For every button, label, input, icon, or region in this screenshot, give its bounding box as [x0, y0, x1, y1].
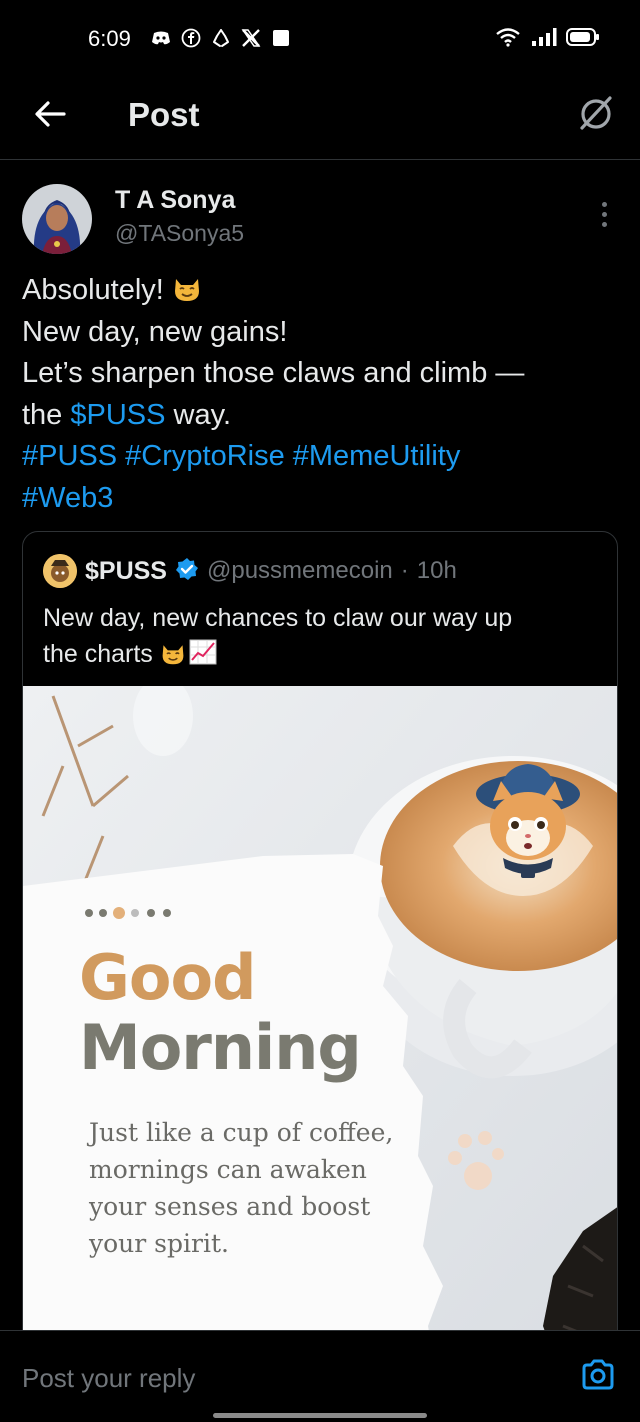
cashtag-link[interactable]: $PUSS — [70, 399, 165, 431]
image-subtitle-line: your senses and boost — [89, 1192, 371, 1221]
image-subtitle: Just like a cup of coffee, mornings can … — [89, 1114, 419, 1262]
status-time: 6:09 — [88, 26, 131, 51]
separator-dot: · — [400, 557, 409, 584]
image-subtitle-line: your spirit. — [89, 1229, 229, 1258]
arrow-left-icon — [34, 100, 66, 133]
quoted-post-time: 10h — [416, 557, 457, 584]
system-icons — [494, 26, 600, 48]
image-subtitle-line: Just like a cup of coffee, — [89, 1118, 394, 1147]
discord-icon — [150, 27, 172, 49]
post-line-text: the — [22, 398, 71, 431]
post-line: the $PUSS way. — [22, 395, 612, 437]
verified-badge-icon — [175, 557, 199, 586]
post-text: Absolutely! New day, new gains! Let’s sh… — [22, 270, 612, 519]
quoted-post-text: New day, new chances to claw our way up … — [43, 600, 603, 675]
grok-icon — [576, 92, 616, 137]
reply-input[interactable]: Post your reply — [22, 1363, 195, 1394]
quoted-author-handle[interactable]: @pussmemecoin — [207, 557, 393, 585]
quoted-author-name[interactable]: $PUSS — [85, 557, 167, 586]
image-title-morning: Morning — [79, 1011, 362, 1084]
hashtag-link[interactable]: #Web3 — [22, 478, 612, 520]
post-line: New day, new gains! — [22, 315, 288, 348]
status-bar: 6:09 — [0, 0, 640, 80]
reply-bar: Post your reply — [0, 1330, 640, 1422]
post-line-text: Absolutely! — [22, 274, 172, 306]
more-options-button[interactable] — [592, 196, 616, 232]
post-line-text: way. — [165, 398, 232, 431]
quoted-author-avatar[interactable] — [43, 554, 77, 588]
image-subtitle-line: mornings can awaken — [89, 1155, 367, 1184]
quoted-post-header: $PUSS @pussmemecoin · 10h — [43, 554, 457, 588]
square-icon — [270, 27, 292, 49]
author-avatar[interactable] — [22, 184, 92, 254]
more-dot-icon — [601, 201, 607, 207]
image-title-good: Good — [79, 941, 256, 1014]
wifi-icon — [494, 26, 522, 48]
chart-increasing-icon — [189, 639, 217, 675]
signal-icon — [530, 26, 558, 48]
more-dot-icon — [601, 211, 607, 217]
quoted-post-image[interactable]: Good Morning Just like a cup of coffee, … — [23, 686, 617, 1380]
home-indicator[interactable] — [213, 1413, 427, 1418]
notification-icons — [150, 27, 292, 49]
camera-icon — [581, 1359, 615, 1396]
camera-button[interactable] — [580, 1359, 616, 1395]
hashtags-link[interactable]: #PUSS #CryptoRise #MemeUtility — [22, 436, 612, 478]
post-line: Absolutely! — [22, 270, 612, 312]
grok-button[interactable] — [574, 92, 618, 136]
post-line: Let’s sharpen those claws and climb — — [22, 357, 525, 389]
recycle-icon — [210, 27, 232, 49]
page-title: Post — [128, 96, 200, 133]
cat-emoji-icon — [160, 640, 186, 666]
battery-icon — [566, 26, 600, 48]
back-button[interactable] — [28, 94, 72, 138]
quoted-line-text: the charts — [43, 640, 160, 668]
top-header: Post — [0, 80, 640, 160]
x-icon — [240, 27, 262, 49]
author-name[interactable]: T A Sonya — [115, 186, 235, 215]
author-handle[interactable]: @TASonya5 — [115, 220, 244, 247]
facebook-icon — [180, 27, 202, 49]
quoted-post-card[interactable]: $PUSS @pussmemecoin · 10h New day, new c… — [22, 531, 618, 1381]
quoted-line: the charts — [43, 636, 603, 675]
quoted-line: New day, new chances to claw our way up — [43, 604, 513, 632]
more-dot-icon — [601, 221, 607, 227]
cat-emoji-icon — [172, 273, 202, 303]
